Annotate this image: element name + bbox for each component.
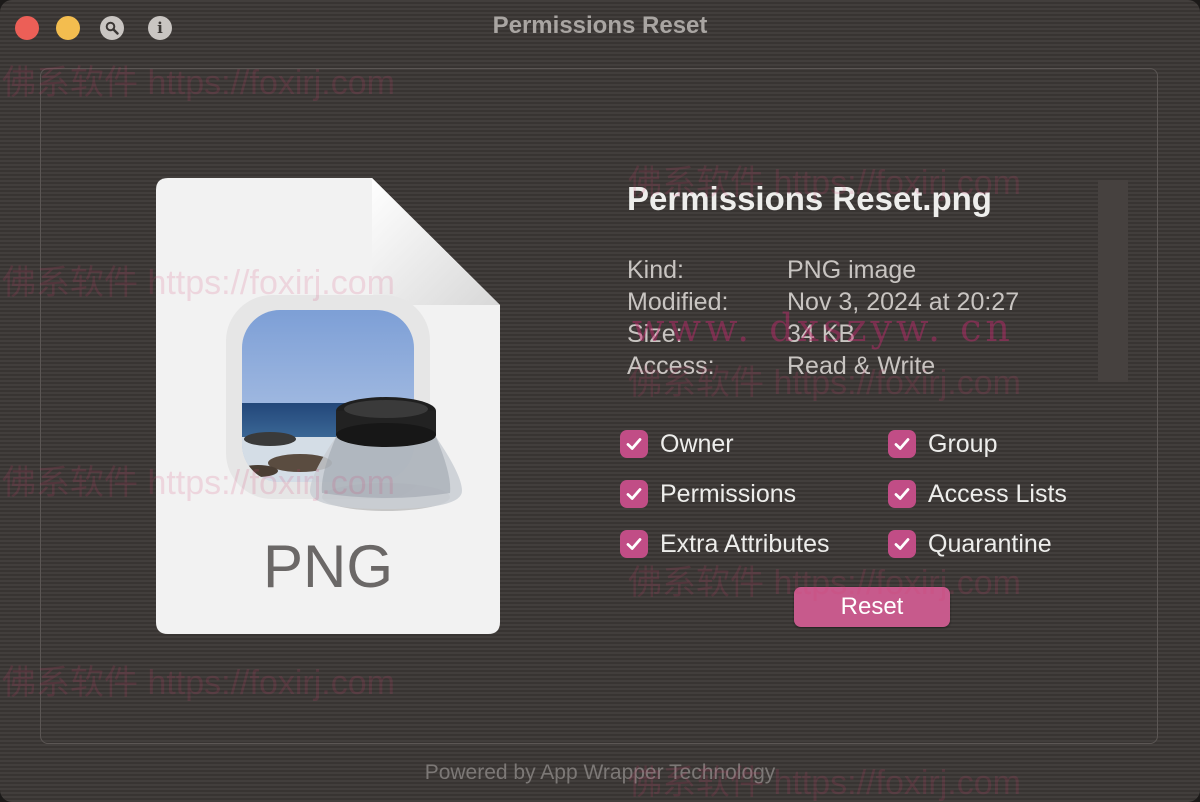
checkbox-access-lists[interactable]: Access Lists [888, 479, 1067, 509]
size-value: 34 KB [787, 320, 856, 348]
checkmark-icon [620, 530, 648, 558]
checkbox-extra-attributes-label: Extra Attributes [660, 529, 830, 558]
checkbox-quarantine[interactable]: Quarantine [888, 529, 1052, 559]
checkbox-permissions-label: Permissions [660, 479, 797, 508]
checkbox-access-lists-label: Access Lists [928, 479, 1067, 508]
checkbox-group-label: Group [928, 429, 998, 458]
app-window: i Permissions Reset PNG Permissions Rese… [0, 0, 1200, 802]
kind-label: Kind: [627, 256, 684, 284]
window-title: Permissions Reset [492, 12, 708, 39]
checkbox-owner[interactable]: Owner [620, 429, 734, 459]
info-size-row: Size: 34 KB [627, 320, 1087, 352]
checkbox-quarantine-label: Quarantine [928, 529, 1052, 558]
access-label: Access: [627, 352, 715, 380]
kind-value: PNG image [787, 256, 917, 284]
footer-text: Powered by App Wrapper Technology [424, 761, 776, 784]
reset-button[interactable]: Reset [794, 587, 950, 627]
modified-value: Nov 3, 2024 at 20:27 [787, 288, 1020, 316]
checkmark-icon [620, 480, 648, 508]
checkmark-icon [888, 480, 916, 508]
modified-label: Modified: [627, 288, 729, 316]
checkbox-owner-label: Owner [660, 429, 734, 458]
checkmark-icon [888, 530, 916, 558]
file-name: Permissions Reset.png [627, 180, 992, 217]
checkmark-icon [888, 430, 916, 458]
checkbox-extra-attributes[interactable]: Extra Attributes [620, 529, 830, 559]
info-scrollbar[interactable] [1098, 180, 1128, 382]
checkmark-icon [620, 430, 648, 458]
info-modified-row: Modified: Nov 3, 2024 at 20:27 [627, 288, 1087, 320]
title-bar: i Permissions Reset [0, 0, 1200, 54]
size-label: Size: [627, 320, 683, 348]
checkbox-group[interactable]: Group [888, 429, 997, 459]
file-type-label: PNG [262, 533, 394, 600]
info-kind-row: Kind: PNG image [627, 256, 1087, 288]
checkbox-permissions[interactable]: Permissions [620, 479, 796, 509]
access-value: Read & Write [787, 352, 936, 380]
info-access-row: Access: Read & Write [627, 352, 1087, 384]
